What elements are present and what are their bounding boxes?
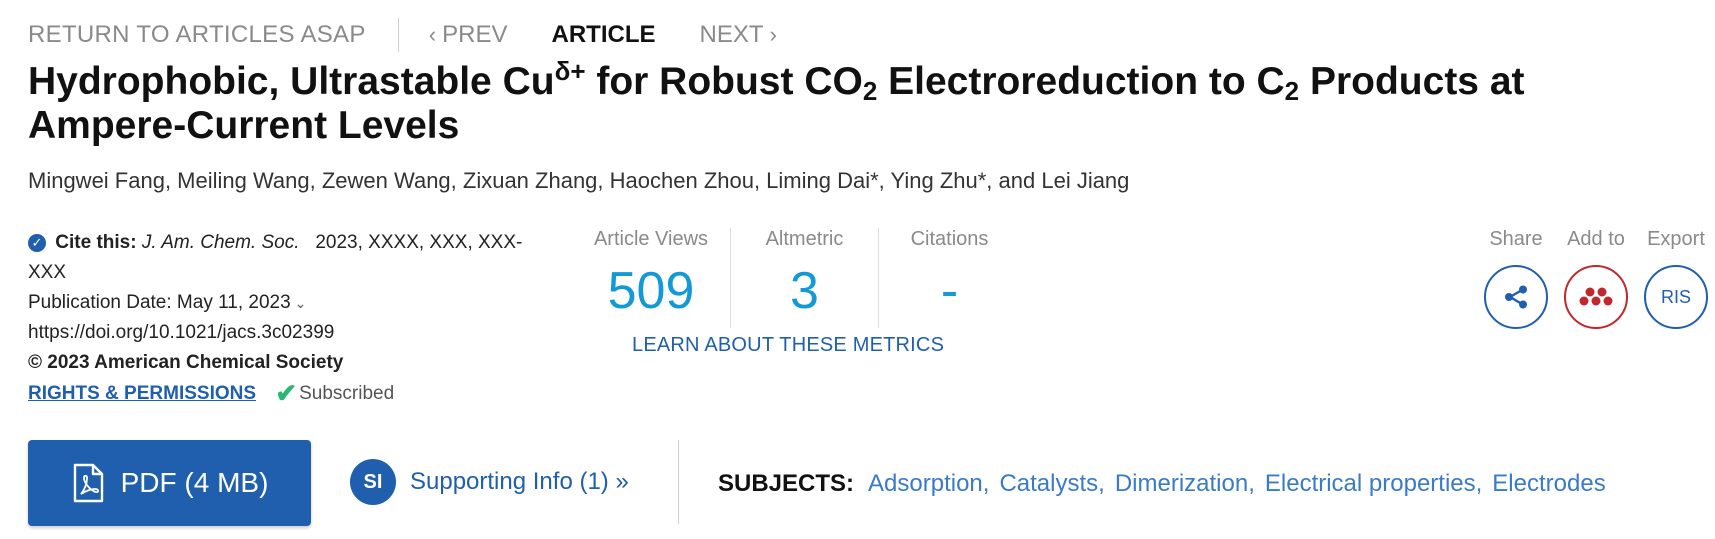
export-label: Export	[1647, 228, 1705, 250]
next-link[interactable]: NEXT ›	[700, 21, 777, 49]
views-label: Article Views	[593, 228, 709, 250]
views-value: 509	[607, 262, 695, 320]
author-list[interactable]: Mingwei Fang, Meiling Wang, Zewen Wang, …	[28, 168, 1129, 194]
citation-block: ✓ Cite this: J. Am. Chem. Soc. 2023, XXX…	[28, 228, 548, 409]
chevron-down-icon: ⌄	[294, 295, 307, 311]
title-part: for Robust CO	[585, 60, 863, 103]
export-action: Export RIS	[1636, 228, 1715, 329]
article-actions: Share Add to Export RIS	[1476, 228, 1715, 329]
pdf-download-button[interactable]: PDF (4 MB)	[28, 440, 311, 526]
learn-metrics-link[interactable]: LEARN ABOUT THESE METRICS	[632, 334, 944, 357]
section-divider	[678, 440, 679, 524]
subject-tag[interactable]: Electrical properties	[1265, 470, 1476, 498]
export-ris-button[interactable]: RIS	[1644, 265, 1708, 329]
add-to-mendeley-button[interactable]	[1564, 265, 1628, 329]
title-subscript: 2	[1284, 76, 1300, 106]
rights-row: RIGHTS & PERMISSIONS ✔ Subscribed	[28, 378, 548, 409]
citations-label: Citations	[910, 228, 989, 250]
checkmark-icon: ✔	[275, 378, 298, 408]
altmetric-label: Altmetric	[765, 228, 844, 250]
si-badge-icon: SI	[350, 459, 396, 505]
metric-citations: Citations -	[878, 228, 1020, 328]
title-part: Hydrophobic, Ultrastable Cu	[28, 60, 555, 103]
subject-separator: ,	[1098, 470, 1105, 497]
pdf-label: PDF (4 MB)	[120, 467, 269, 498]
article-nav: RETURN TO ARTICLES ASAP ‹ PREV ARTICLE N…	[28, 18, 777, 52]
publication-date-row[interactable]: Publication Date: May 11, 2023 ⌄	[28, 288, 548, 318]
check-circle-icon: ✓	[28, 234, 46, 252]
article-metrics: Article Views 509 Altmetric 3 Citations …	[572, 228, 1020, 328]
altmetric-value[interactable]: 3	[731, 261, 878, 321]
share-label: Share	[1489, 228, 1543, 250]
prev-label: PREV	[442, 21, 508, 48]
metric-altmetric[interactable]: Altmetric 3	[730, 228, 878, 328]
prev-link[interactable]: ‹ PREV	[429, 21, 508, 49]
supporting-info-label: Supporting Info (1) »	[410, 468, 629, 495]
subject-separator: ,	[1248, 470, 1255, 497]
subject-tag[interactable]: Adsorption	[868, 470, 983, 498]
cite-label[interactable]: Cite this:	[55, 232, 136, 253]
rights-permissions-link[interactable]: RIGHTS & PERMISSIONS	[28, 383, 256, 404]
share-action: Share	[1476, 228, 1556, 329]
current-article-label: ARTICLE	[551, 21, 656, 48]
copyright: © 2023 American Chemical Society	[28, 352, 344, 373]
share-button[interactable]	[1484, 265, 1548, 329]
journal-name: J. Am. Chem. Soc.	[141, 232, 300, 253]
subscribed-label: Subscribed	[299, 383, 395, 404]
title-subscript: 2	[862, 76, 878, 106]
nav-divider	[397, 18, 399, 52]
pdf-file-icon	[73, 463, 103, 503]
citations-value: -	[940, 262, 959, 320]
chevron-left-icon: ‹	[428, 22, 443, 47]
subject-tag[interactable]: Catalysts	[999, 470, 1098, 498]
title-part: Electroreduction to C	[877, 60, 1285, 103]
subscribed-status: ✔ Subscribed	[275, 378, 395, 408]
mendeley-icon	[1579, 287, 1613, 306]
subjects-list: SUBJECTS: Adsorption, Catalysts, Dimeriz…	[718, 470, 1606, 498]
subject-tag[interactable]: Electrodes	[1492, 470, 1605, 498]
title-superscript: δ+	[554, 56, 586, 86]
return-to-articles-link[interactable]: RETURN TO ARTICLES ASAP	[28, 21, 366, 49]
article-title: Hydrophobic, Ultrastable Cuδ+ for Robust…	[28, 58, 1648, 148]
share-icon	[1505, 285, 1527, 309]
chevron-right-icon: ›	[763, 22, 777, 47]
metric-views: Article Views 509	[572, 228, 730, 328]
subject-tag[interactable]: Dimerization	[1115, 470, 1248, 498]
publication-date: Publication Date: May 11, 2023	[28, 292, 291, 313]
subject-separator: ,	[982, 470, 990, 497]
cite-line: ✓ Cite this: J. Am. Chem. Soc. 2023, XXX…	[28, 228, 548, 288]
doi-link[interactable]: https://doi.org/10.1021/jacs.3c02399	[28, 318, 548, 348]
subjects-label: SUBJECTS:	[718, 470, 855, 497]
supporting-info-link[interactable]: SI Supporting Info (1) »	[350, 459, 629, 505]
subject-separator: ,	[1475, 470, 1483, 497]
add-to-action: Add to	[1556, 228, 1636, 329]
add-to-label: Add to	[1567, 228, 1625, 250]
next-label: NEXT	[699, 21, 764, 48]
